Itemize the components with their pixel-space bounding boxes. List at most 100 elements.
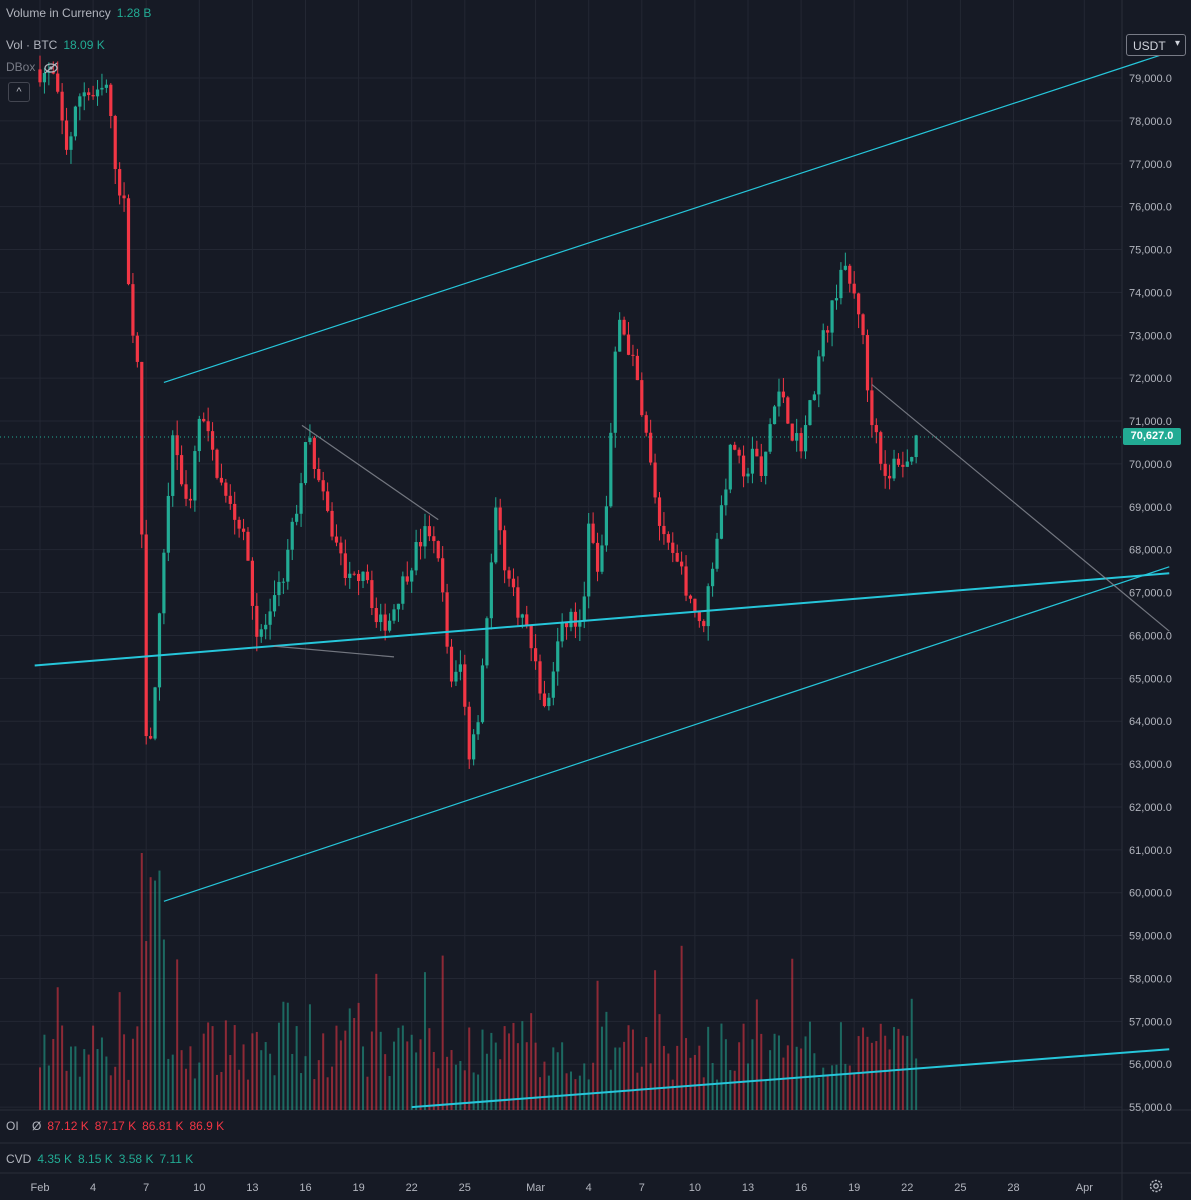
collapse-legend-button[interactable]: ^ [8, 82, 30, 102]
candle-body [768, 424, 772, 452]
volume-bar [123, 1034, 126, 1110]
candle-body [618, 319, 622, 352]
candle-body [826, 330, 830, 333]
volume-bar [260, 1050, 263, 1110]
volume-bar [561, 1042, 564, 1110]
candle-body [467, 706, 471, 760]
volume-bar [729, 1070, 732, 1110]
candle-body [529, 625, 533, 649]
volume-bar [313, 1079, 316, 1110]
price-tick-label: 73,000.0 [1129, 330, 1172, 342]
candle-body [206, 421, 210, 432]
volume-bar [83, 1049, 86, 1110]
vol-label: Vol · BTC [6, 38, 58, 52]
candle-body [525, 614, 529, 626]
candle-body [901, 464, 905, 467]
candle-body [184, 484, 188, 499]
candle-body [312, 437, 316, 470]
volume-bar [87, 1054, 90, 1110]
candle-body [613, 351, 617, 433]
volume-bar [131, 1038, 134, 1110]
candle-body [874, 425, 878, 433]
time-tick-label: 28 [1007, 1182, 1019, 1194]
time-tick-label: Mar [526, 1182, 545, 1194]
volume-bar [406, 1041, 409, 1110]
candle-body [321, 480, 325, 492]
volume-bar [255, 1031, 258, 1110]
candle-body [343, 553, 347, 578]
candle-body [157, 613, 162, 688]
volume-bar [65, 1070, 68, 1110]
volume-bar [335, 1025, 338, 1110]
candle-body [308, 437, 312, 443]
price-tick-label: 65,000.0 [1129, 673, 1172, 685]
price-chart[interactable]: 79,000.0 78,000.0 77,000.0 76,000.0 75,000.0… [0, 0, 1191, 1200]
volume-bar [273, 1075, 276, 1110]
volume-bar [627, 1025, 630, 1110]
candle-body [56, 73, 60, 92]
volume-bar [362, 1046, 365, 1110]
candle-body [387, 620, 392, 631]
volume-bar [578, 1075, 581, 1110]
candle-body [215, 449, 219, 478]
candle-body [303, 442, 308, 484]
candle-body [848, 265, 852, 284]
candle-body [162, 552, 166, 614]
volume-bar [331, 1066, 334, 1110]
candle-body [396, 603, 401, 610]
dbox-legend[interactable]: DBox [6, 60, 59, 74]
candle-body [118, 169, 122, 196]
candle-body [693, 598, 697, 612]
volume-in-currency-value: 1.28 B [116, 6, 152, 20]
candle-body [640, 380, 644, 416]
volume-bar [848, 1065, 851, 1110]
candle-body [777, 391, 781, 407]
time-tick-label: 4 [90, 1182, 96, 1194]
volume-bar [167, 1058, 170, 1110]
volume-bar [366, 1076, 369, 1110]
volume-bar [52, 1038, 55, 1110]
volume-bar [844, 1063, 847, 1110]
price-tick-label: 77,000.0 [1129, 159, 1172, 171]
time-tick-label: 10 [193, 1182, 205, 1194]
cvd-value-4: 7.11 K [159, 1152, 194, 1166]
volume-bar [685, 1038, 688, 1110]
candle-body [861, 314, 865, 335]
volume-bar [154, 880, 157, 1110]
volume-bar [207, 1022, 210, 1110]
candle-body [671, 542, 675, 553]
price-tick-label: 71,000.0 [1129, 416, 1172, 428]
vol-value: 18.09 K [63, 38, 105, 52]
volume-bar [176, 959, 179, 1110]
volume-bar [432, 1051, 435, 1110]
cvd-legend: CVD 4.35 K 8.15 K 3.58 K 7.11 K [6, 1152, 193, 1166]
candle-body [449, 646, 454, 682]
volume-bar [901, 1035, 904, 1110]
candle-body [534, 648, 538, 662]
candle-body [649, 432, 653, 463]
volume-bar [304, 1056, 307, 1110]
volume-bar [592, 1062, 595, 1110]
gear-icon[interactable] [1148, 1178, 1164, 1194]
price-tick-label: 58,000.0 [1129, 973, 1172, 985]
hidden-eye-icon[interactable] [43, 62, 59, 74]
volume-bar [477, 1074, 480, 1110]
volume-bar [339, 1040, 342, 1110]
volume-bar [636, 1072, 639, 1110]
volume-bar [308, 1004, 311, 1110]
volume-bar [140, 852, 143, 1110]
candle-body [684, 566, 688, 596]
volume-bar [357, 1002, 360, 1110]
volume-bar [906, 1036, 909, 1110]
candle-body [87, 92, 91, 96]
candle-body [361, 571, 365, 581]
candle-body [556, 641, 560, 672]
cvd-value-2: 8.15 K [78, 1152, 113, 1166]
volume-bar [711, 1062, 714, 1110]
volume-bar [910, 998, 913, 1110]
price-tick-label: 60,000.0 [1129, 888, 1172, 900]
currency-selector[interactable]: USDT ▾ [1126, 34, 1186, 56]
volume-bar [503, 1026, 506, 1110]
candle-body [264, 624, 268, 630]
volume-bar [508, 1033, 511, 1110]
